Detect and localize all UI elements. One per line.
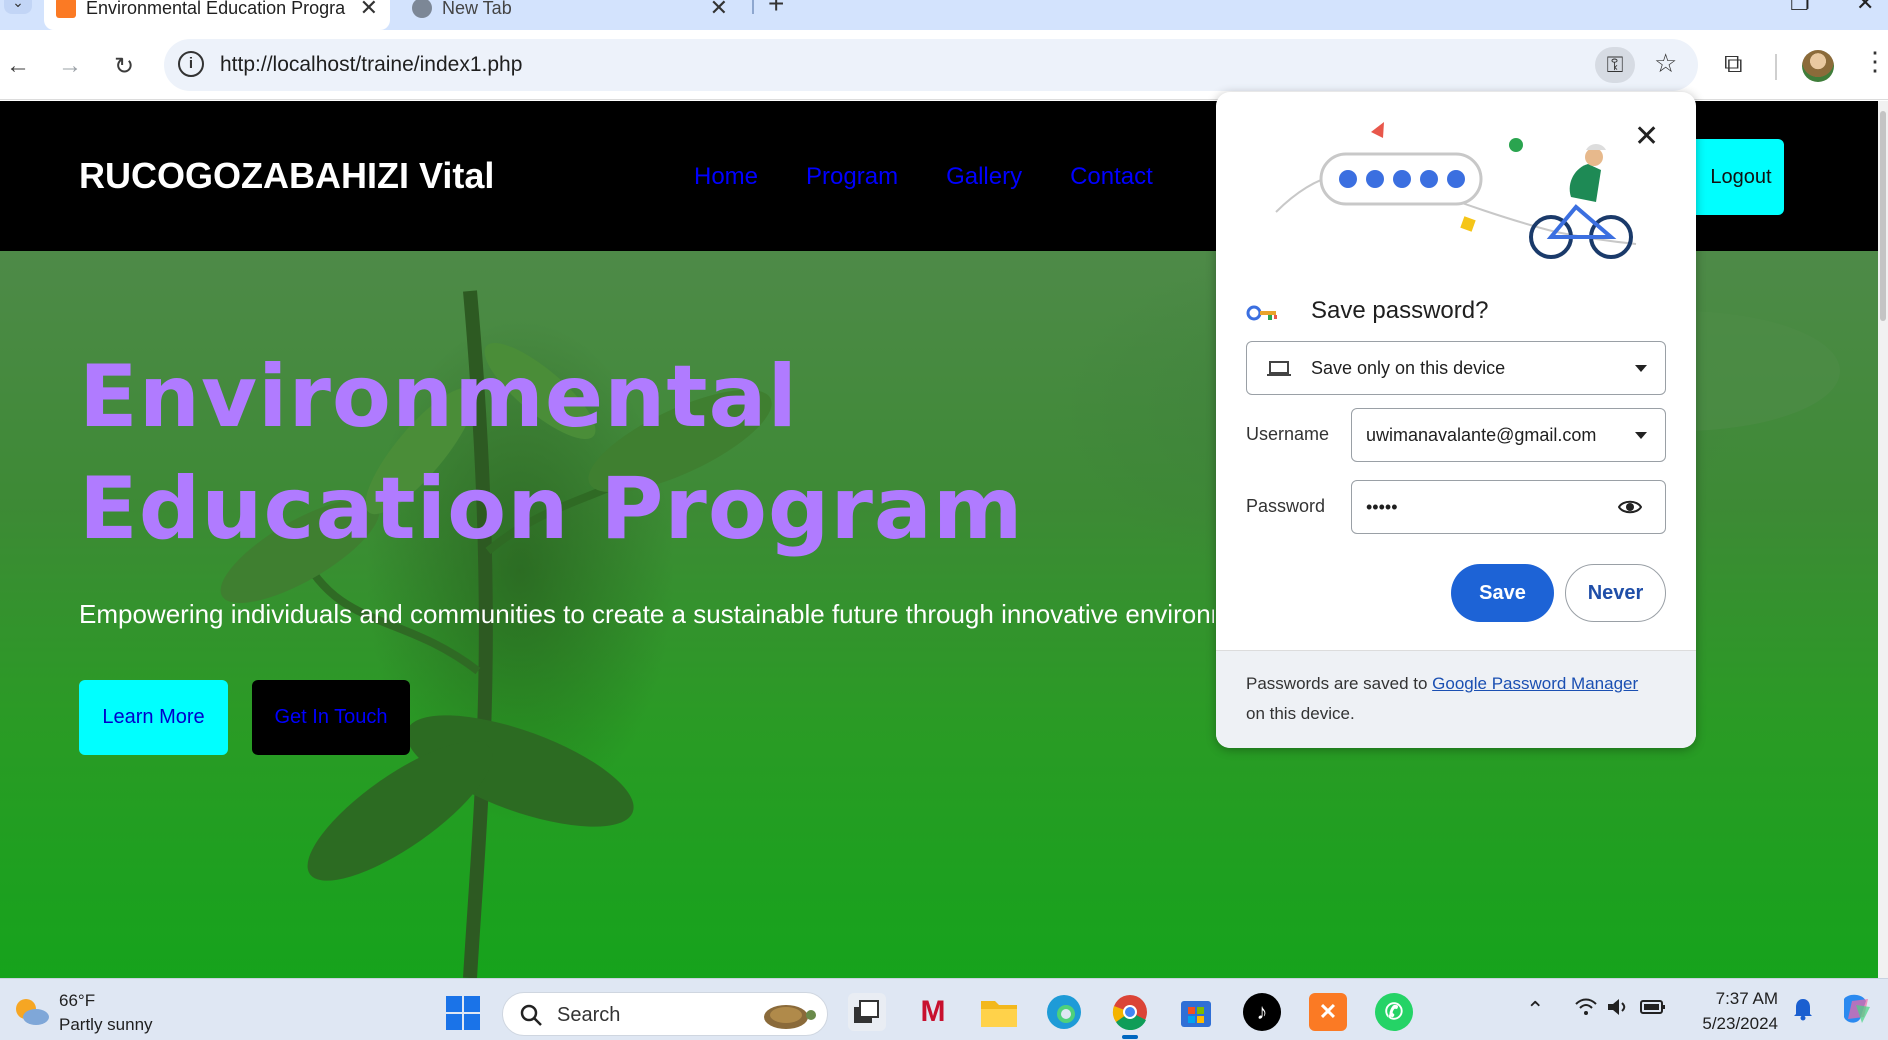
url-text[interactable]: http://localhost/traine/index1.php [220, 53, 522, 77]
browser-toolbar: ← → ↻ i http://localhost/traine/index1.p… [0, 30, 1888, 100]
copilot-icon[interactable] [1838, 991, 1874, 1033]
tab-title: New Tab [442, 0, 512, 18]
close-icon[interactable]: ✕ [1634, 122, 1659, 152]
tab-search-button[interactable]: ⌄ [4, 0, 32, 14]
page-scrollbar[interactable] [1878, 101, 1888, 978]
address-bar[interactable]: i http://localhost/traine/index1.php ⚿ ☆ [164, 39, 1698, 91]
dialog-title: Save password? [1311, 297, 1489, 324]
wifi-icon[interactable] [1574, 997, 1598, 1023]
key-icon [1246, 305, 1277, 321]
footer-text-2: on this device. [1246, 704, 1355, 723]
nav-program-link[interactable]: Program [806, 163, 898, 191]
save-location-select[interactable]: Save only on this device [1246, 341, 1666, 395]
turtle-search-highlight-icon [764, 1005, 816, 1029]
extensions-icon[interactable]: ⧉ [1724, 48, 1743, 80]
hero-subtitle: Empowering individuals and communities t… [79, 599, 1214, 629]
learn-more-button[interactable]: Learn More [79, 680, 228, 755]
nav-gallery-link[interactable]: Gallery [946, 163, 1022, 191]
tab-title: Environmental Education Progra [86, 0, 346, 18]
site-info-icon[interactable]: i [178, 51, 204, 77]
globe-icon [412, 0, 432, 18]
forward-button[interactable]: → [52, 48, 88, 84]
username-value[interactable]: uwimanavalante@gmail.com [1366, 425, 1596, 446]
store-icon[interactable] [1177, 993, 1215, 1031]
get-in-touch-button[interactable]: Get In Touch [252, 680, 410, 755]
dialog-footer: Passwords are saved to Google Password M… [1216, 650, 1696, 748]
clock-date[interactable]: 5/23/2024 [1690, 1014, 1778, 1034]
back-button[interactable]: ← [0, 48, 36, 84]
chevron-down-icon [1635, 365, 1647, 372]
site-brand: RUCOGOZABAHIZI Vital [79, 155, 495, 196]
weather-description[interactable]: Partly sunny [59, 1015, 153, 1035]
nav-contact-link[interactable]: Contact [1070, 163, 1153, 191]
tab-environmental-education[interactable]: Environmental Education Progra ✕ [44, 0, 390, 30]
restore-window-icon[interactable]: ❐ [1790, 0, 1810, 16]
weather-temperature[interactable]: 66°F [59, 991, 95, 1011]
mcafee-icon[interactable]: M [914, 993, 952, 1031]
tab-strip: ⌄ Environmental Education Progra ✕ New T… [0, 0, 1888, 30]
nav-home-link[interactable]: Home [694, 163, 758, 191]
clock-time[interactable]: 7:37 AM [1710, 989, 1778, 1009]
close-tab-icon[interactable]: ✕ [710, 0, 728, 21]
password-value[interactable]: ••••• [1366, 497, 1398, 518]
save-password-dialog: ✕ Save password? Save only on this devic… [1216, 92, 1696, 748]
xampp-icon [56, 0, 76, 18]
chrome-icon[interactable] [1111, 993, 1149, 1031]
save-button[interactable]: Save [1451, 564, 1554, 622]
site-nav: Home Program Gallery Contact [694, 163, 1153, 191]
active-app-indicator [1122, 1035, 1138, 1039]
search-icon [520, 1004, 542, 1026]
scrollbar-thumb[interactable] [1880, 111, 1886, 321]
file-explorer-icon[interactable] [980, 993, 1018, 1031]
volume-icon[interactable] [1606, 997, 1630, 1023]
edge-icon[interactable] [1045, 993, 1083, 1031]
close-window-icon[interactable]: ✕ [1856, 0, 1874, 16]
battery-icon[interactable] [1640, 997, 1666, 1023]
search-label: Search [557, 1004, 621, 1026]
whatsapp-icon[interactable]: ✆ [1375, 993, 1413, 1031]
password-field[interactable]: ••••• [1351, 480, 1666, 534]
hero-title: Environmental Education Program [79, 347, 1024, 559]
partly-sunny-icon[interactable] [12, 995, 50, 1027]
chevron-down-icon[interactable] [1635, 432, 1647, 439]
show-password-eye-icon[interactable] [1618, 497, 1642, 517]
windows-taskbar: 66°F Partly sunny Search M ♪ ✕ ✆ ⌃ 7:37 … [0, 978, 1888, 1040]
reload-button[interactable]: ↻ [106, 48, 142, 84]
windows-start-icon[interactable] [446, 996, 480, 1030]
tab-divider [752, 0, 754, 14]
laptop-icon [1267, 361, 1291, 376]
new-tab-button[interactable]: + [768, 0, 784, 20]
footer-text: Passwords are saved to [1246, 674, 1433, 693]
username-field[interactable]: uwimanavalante@gmail.com [1351, 408, 1666, 462]
never-button[interactable]: Never [1565, 564, 1666, 622]
browser-menu-icon[interactable]: ⋮ [1862, 46, 1888, 77]
tiktok-icon[interactable]: ♪ [1243, 993, 1281, 1031]
password-key-icon[interactable]: ⚿ [1595, 47, 1635, 83]
profile-avatar[interactable] [1802, 50, 1834, 82]
password-illustration [1275, 122, 1637, 259]
xampp-icon[interactable]: ✕ [1309, 993, 1347, 1031]
toolbar-divider [1775, 54, 1777, 80]
show-hidden-icons-chevron-icon[interactable]: ⌃ [1526, 997, 1544, 1023]
username-label: Username [1246, 424, 1330, 444]
password-label: Password [1246, 496, 1326, 516]
close-tab-icon[interactable]: ✕ [360, 0, 378, 21]
google-password-manager-link[interactable]: Google Password Manager [1432, 674, 1638, 693]
tab-new-tab[interactable]: New Tab ✕ [400, 0, 740, 30]
task-view-icon[interactable] [848, 993, 886, 1031]
notification-bell-icon[interactable] [1792, 997, 1814, 1027]
taskbar-search[interactable]: Search [502, 992, 828, 1036]
save-location-value: Save only on this device [1311, 358, 1506, 378]
bookmark-star-icon[interactable]: ☆ [1654, 48, 1677, 79]
